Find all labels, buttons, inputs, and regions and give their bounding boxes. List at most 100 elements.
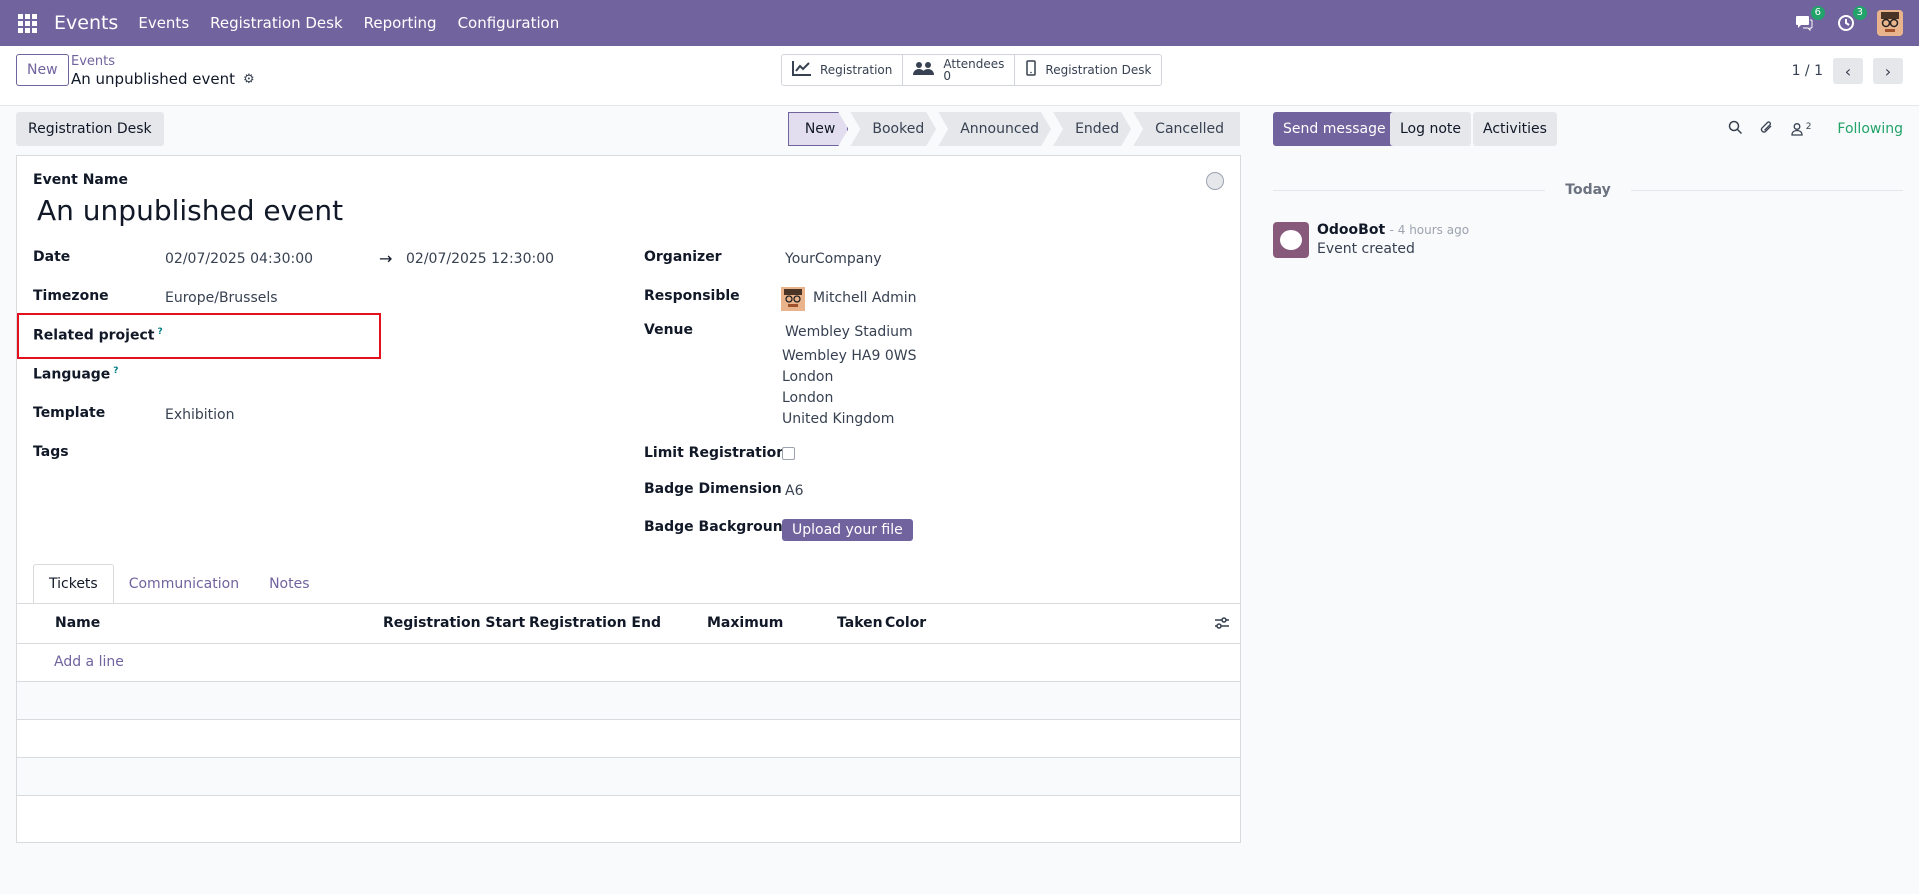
registration-desk-button[interactable]: Registration Desk bbox=[16, 112, 164, 146]
attendees-smart-count: 0 bbox=[943, 69, 952, 83]
activities-count-badge: 3 bbox=[1852, 6, 1867, 20]
responsible-field[interactable]: Mitchell Admin bbox=[813, 290, 917, 306]
breadcrumb-current-label: An unpublished event bbox=[71, 70, 235, 88]
paperclip-icon[interactable] bbox=[1759, 120, 1774, 139]
form-sheet: Event Name An unpublished event Date 02/… bbox=[16, 155, 1241, 843]
tags-label: Tags bbox=[33, 444, 69, 460]
badge-dimension-label: Badge Dimension bbox=[644, 481, 782, 497]
menu-events[interactable]: Events bbox=[138, 14, 189, 32]
message-author[interactable]: OdooBot bbox=[1317, 222, 1385, 238]
table-row: Add a line bbox=[17, 644, 1240, 682]
form-statusbar: Registration Desk New Booked Announced E… bbox=[16, 112, 1240, 146]
help-tooltip-icon[interactable]: ? bbox=[113, 366, 118, 376]
limit-registrations-checkbox[interactable] bbox=[782, 447, 795, 460]
related-project-label-text: Related project bbox=[33, 327, 155, 344]
menu-registration-desk[interactable]: Registration Desk bbox=[210, 14, 343, 32]
language-label: Language? bbox=[33, 366, 119, 383]
color-status-circle[interactable] bbox=[1206, 172, 1224, 190]
activities-clock-icon[interactable]: 3 bbox=[1835, 6, 1867, 34]
log-note-button[interactable]: Log note bbox=[1390, 112, 1471, 146]
add-line-link[interactable]: Add a line bbox=[54, 654, 124, 670]
mobile-icon bbox=[1025, 60, 1037, 80]
tab-notes[interactable]: Notes bbox=[254, 564, 324, 604]
stage-announced[interactable]: Announced bbox=[938, 112, 1051, 146]
related-project-label: Related project? bbox=[33, 327, 163, 344]
tickets-table-header: Name Registration Start Registration End… bbox=[17, 604, 1240, 644]
attendees-smart-text: Attendees 0 bbox=[943, 58, 1004, 82]
pager-next-icon[interactable]: › bbox=[1873, 58, 1903, 84]
stage-cancelled[interactable]: Cancelled bbox=[1133, 112, 1240, 146]
table-row bbox=[17, 758, 1240, 796]
upload-file-button[interactable]: Upload your file bbox=[782, 519, 913, 541]
tags-field[interactable] bbox=[165, 444, 365, 464]
menu-reporting[interactable]: Reporting bbox=[364, 14, 437, 32]
date-label: Date bbox=[33, 249, 71, 265]
registration-desk-smart-button[interactable]: Registration Desk bbox=[1015, 55, 1161, 85]
column-header-maximum[interactable]: Maximum bbox=[707, 615, 783, 631]
date-end-field[interactable]: 02/07/2025 12:30:00 bbox=[406, 251, 554, 267]
tab-communication[interactable]: Communication bbox=[114, 564, 254, 604]
activities-button[interactable]: Activities bbox=[1473, 112, 1557, 146]
column-header-registration-start[interactable]: Registration Start bbox=[383, 615, 525, 631]
smart-buttons: Registration Attendees 0 Registration De… bbox=[781, 54, 1163, 86]
pager-value[interactable]: 1 / 1 bbox=[1792, 63, 1823, 79]
tab-tickets[interactable]: Tickets bbox=[33, 564, 114, 604]
registration-desk-smart-label: Registration Desk bbox=[1045, 63, 1152, 77]
messages-icon[interactable]: 6 bbox=[1793, 6, 1825, 34]
related-project-field[interactable] bbox=[165, 327, 365, 347]
organizer-label: Organizer bbox=[644, 249, 722, 265]
stage-new[interactable]: New bbox=[788, 112, 849, 146]
following-button[interactable]: Following bbox=[1837, 121, 1903, 137]
optional-columns-sliders-icon[interactable] bbox=[1214, 616, 1230, 634]
column-header-color[interactable]: Color bbox=[885, 615, 926, 631]
badge-dimension-field[interactable]: A6 bbox=[785, 483, 803, 499]
notebook-tabs: Tickets Communication Notes bbox=[33, 564, 325, 604]
attendees-smart-label: Attendees bbox=[943, 57, 1005, 71]
new-button[interactable]: New bbox=[16, 54, 69, 86]
breadcrumb-current: An unpublished event ⚙ bbox=[71, 70, 255, 88]
app-brand[interactable]: Events bbox=[54, 12, 118, 34]
event-name-field[interactable]: An unpublished event bbox=[37, 194, 343, 227]
pager: 1 / 1 ‹ › bbox=[1792, 58, 1903, 84]
venue-address-line: Wembley HA9 0WS bbox=[782, 348, 917, 364]
column-header-registration-end[interactable]: Registration End bbox=[529, 615, 661, 631]
venue-label: Venue bbox=[644, 322, 693, 338]
message-content: OdooBot - 4 hours ago Event created bbox=[1317, 222, 1469, 258]
followers-user-icon[interactable]: 2 bbox=[1790, 122, 1811, 136]
timezone-label: Timezone bbox=[33, 288, 109, 304]
badge-background-label: Badge Background bbox=[644, 519, 793, 535]
table-row bbox=[17, 720, 1240, 758]
attendees-smart-button[interactable]: Attendees 0 bbox=[903, 55, 1016, 85]
gear-icon[interactable]: ⚙ bbox=[243, 72, 255, 87]
help-tooltip-icon[interactable]: ? bbox=[157, 327, 162, 337]
organizer-field[interactable]: YourCompany bbox=[785, 251, 882, 267]
message-time: - 4 hours ago bbox=[1389, 223, 1470, 237]
responsible-avatar bbox=[781, 287, 805, 311]
limit-registrations-label: Limit Registrations bbox=[644, 445, 795, 461]
user-avatar[interactable] bbox=[1877, 10, 1903, 36]
template-label: Template bbox=[33, 405, 106, 421]
stage-booked[interactable]: Booked bbox=[850, 112, 936, 146]
search-icon[interactable] bbox=[1728, 120, 1743, 139]
registration-smart-label: Registration bbox=[820, 63, 893, 77]
column-header-name[interactable]: Name bbox=[55, 615, 100, 631]
pager-previous-icon[interactable]: ‹ bbox=[1833, 58, 1863, 84]
breadcrumb-events[interactable]: Events bbox=[71, 54, 115, 69]
stage-ended[interactable]: Ended bbox=[1053, 112, 1131, 146]
template-field[interactable]: Exhibition bbox=[165, 407, 235, 423]
send-message-button[interactable]: Send message bbox=[1273, 112, 1396, 146]
chatter-message: OdooBot - 4 hours ago Event created bbox=[1273, 222, 1469, 258]
timezone-field[interactable]: Europe/Brussels bbox=[165, 290, 278, 306]
language-label-text: Language bbox=[33, 366, 111, 383]
table-row bbox=[17, 682, 1240, 720]
venue-name[interactable]: Wembley Stadium bbox=[785, 324, 913, 340]
stage-pipeline: New Booked Announced Ended Cancelled bbox=[786, 112, 1240, 146]
message-body: Event created bbox=[1317, 241, 1415, 257]
column-header-taken[interactable]: Taken bbox=[837, 615, 883, 631]
apps-menu-icon[interactable] bbox=[18, 12, 40, 34]
menu-configuration[interactable]: Configuration bbox=[458, 14, 560, 32]
registration-smart-button[interactable]: Registration bbox=[782, 55, 904, 85]
date-start-field[interactable]: 02/07/2025 04:30:00 bbox=[165, 251, 313, 267]
language-field[interactable] bbox=[165, 366, 365, 386]
chatter-tools: 2 Following bbox=[1728, 112, 1903, 146]
